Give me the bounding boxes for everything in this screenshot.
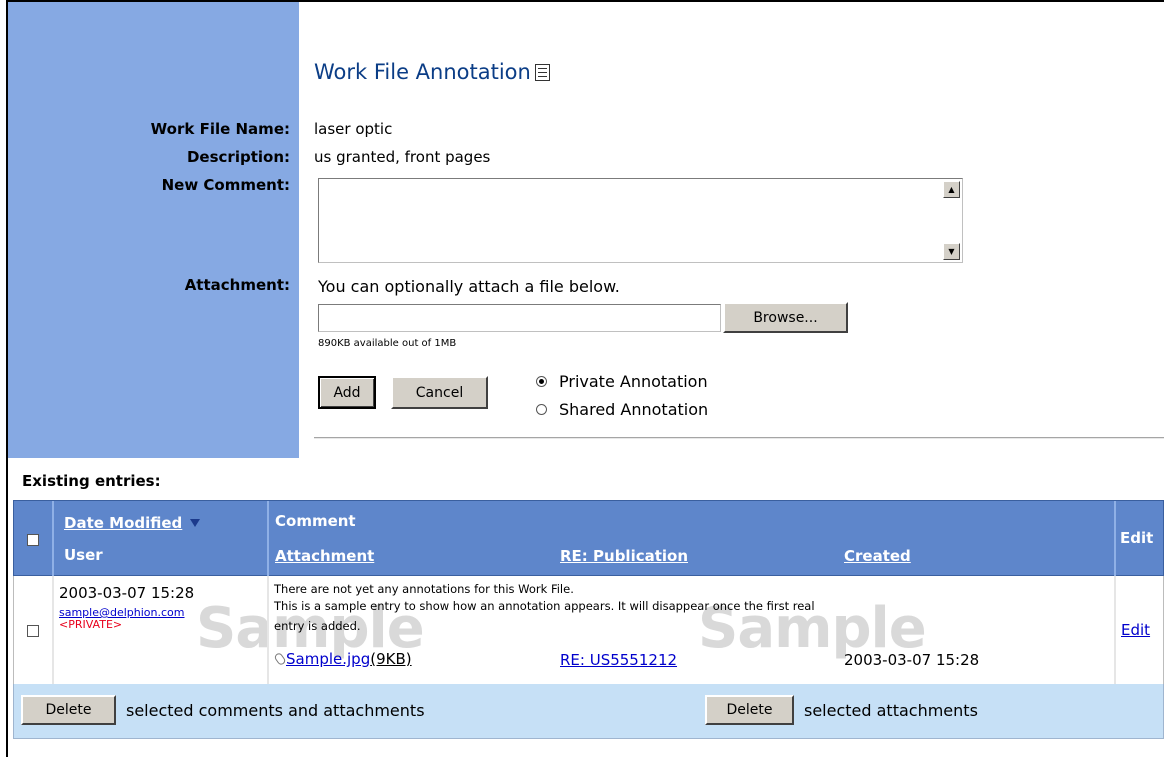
attachment-size: (9KB) (370, 650, 412, 668)
comment-line: This is a sample entry to show how an an… (274, 599, 815, 613)
row-divider (267, 576, 269, 684)
new-comment-textarea[interactable]: ▲ ▼ (318, 178, 963, 263)
table-header: Date Modified User Comment Attachment RE… (13, 500, 1164, 577)
shared-annotation-option[interactable]: Shared Annotation (536, 400, 708, 419)
new-comment-label: New Comment: (161, 176, 290, 194)
edit-link[interactable]: Edit (1121, 621, 1150, 639)
existing-entries-heading: Existing entries: (22, 472, 161, 490)
private-badge: <PRIVATE> (59, 618, 123, 631)
entries-table: Date Modified User Comment Attachment RE… (13, 500, 1164, 739)
edit-header: Edit (1120, 529, 1154, 547)
divider (314, 437, 1164, 439)
comment-scrollbar[interactable]: ▲ ▼ (943, 181, 960, 260)
user-header: User (64, 546, 103, 564)
row-divider (52, 576, 54, 684)
cancel-button[interactable]: Cancel (391, 376, 488, 409)
delete-comments-button[interactable]: Delete (21, 695, 116, 725)
browse-button[interactable]: Browse... (723, 302, 848, 333)
page-title-text: Work File Annotation (314, 60, 531, 84)
scroll-up-arrow-icon[interactable]: ▲ (943, 181, 960, 198)
delete-attachments-text: selected attachments (804, 701, 978, 720)
date-modified-value: 2003-03-07 15:28 (59, 584, 195, 602)
delete-comments-text: selected comments and attachments (126, 701, 425, 720)
table-row: Sample Sample 2003-03-07 15:28 sample@de… (13, 576, 1164, 684)
header-divider (52, 501, 54, 577)
label-panel (8, 2, 299, 458)
comment-line: There are not yet any annotations for th… (274, 582, 574, 596)
shared-annotation-radio[interactable] (536, 404, 547, 415)
comment-header: Comment (275, 512, 356, 530)
page-title: Work File Annotation (314, 60, 550, 84)
work-file-name-value: laser optic (314, 120, 393, 138)
attachment-label: Attachment: (184, 276, 290, 294)
document-icon[interactable] (534, 64, 550, 81)
description-value: us granted, front pages (314, 148, 491, 166)
quota-text: 890KB available out of 1MB (318, 338, 457, 349)
attachment-hint: You can optionally attach a file below. (318, 277, 620, 296)
date-modified-link[interactable]: Date Modified (64, 514, 182, 532)
paperclip-icon (273, 651, 287, 667)
shared-annotation-label: Shared Annotation (559, 400, 709, 419)
date-modified-header[interactable]: Date Modified (64, 514, 201, 532)
attachment-link[interactable]: Sample.jpg (286, 650, 370, 668)
attachment-file-input[interactable] (318, 304, 721, 332)
private-annotation-option[interactable]: Private Annotation (536, 372, 708, 391)
table-footer: Delete selected comments and attachments… (13, 684, 1164, 739)
row-select-checkbox[interactable] (27, 625, 39, 637)
select-all-checkbox[interactable] (27, 534, 39, 546)
comment-line: entry is added. (274, 619, 361, 633)
attachment-cell: Sample.jpg(9KB) (273, 650, 412, 668)
re-publication-header-link[interactable]: RE: Publication (560, 547, 688, 565)
row-divider (1114, 576, 1116, 684)
private-annotation-radio[interactable] (536, 376, 547, 387)
created-value: 2003-03-07 15:28 (844, 651, 980, 669)
description-label: Description: (186, 148, 290, 166)
header-divider (1114, 501, 1116, 577)
delete-attachments-button[interactable]: Delete (705, 695, 794, 725)
created-header-link[interactable]: Created (844, 547, 911, 565)
scroll-down-arrow-icon[interactable]: ▼ (943, 243, 960, 260)
re-publication-link[interactable]: RE: US5551212 (560, 651, 677, 669)
attachment-header-link[interactable]: Attachment (275, 547, 374, 565)
header-divider (267, 501, 269, 577)
work-file-name-label: Work File Name: (150, 120, 290, 138)
sort-descending-icon[interactable] (190, 519, 201, 527)
private-annotation-label: Private Annotation (559, 372, 708, 391)
add-button[interactable]: Add (318, 376, 376, 409)
